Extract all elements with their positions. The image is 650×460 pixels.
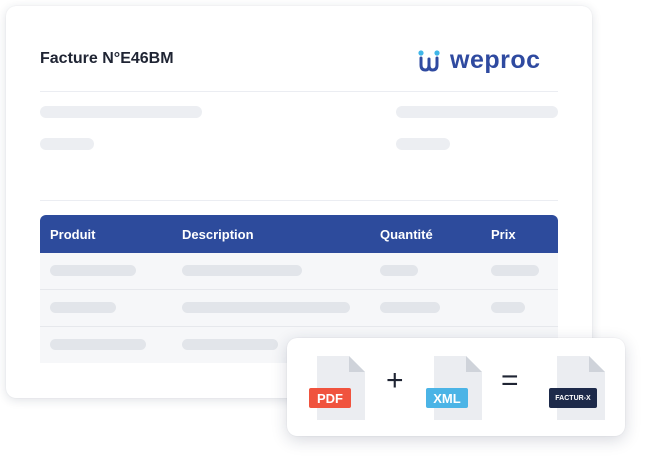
facturx-formula-card: PDF + XML = FACTUR-X	[287, 338, 625, 436]
xml-badge: XML	[426, 388, 468, 408]
skeleton-cell	[380, 265, 418, 276]
xml-file: XML	[426, 356, 482, 420]
skeleton-cell	[491, 265, 539, 276]
skeleton-cell	[50, 339, 146, 350]
table-header: Produit Description Quantité Prix	[40, 215, 558, 253]
skeleton-cell	[50, 265, 136, 276]
skeleton-cell	[380, 302, 440, 313]
skeleton-line	[396, 106, 558, 118]
brand-name: weproc	[450, 46, 541, 74]
facturx-badge: FACTUR-X	[549, 388, 597, 408]
skeleton-cell	[182, 339, 278, 350]
skeleton-line	[396, 138, 450, 150]
skeleton-line	[40, 106, 202, 118]
section-divider	[40, 200, 558, 201]
skeleton-cell	[182, 265, 302, 276]
skeleton-cell	[50, 302, 116, 313]
weproc-logo-icon	[418, 49, 440, 72]
skeleton-cell	[491, 302, 525, 313]
header-divider	[40, 91, 558, 92]
table-row	[40, 253, 558, 289]
facturx-file: FACTUR-X	[549, 356, 605, 420]
equals-sign: =	[501, 364, 519, 397]
column-header-description: Description	[182, 227, 254, 242]
table-row	[40, 290, 558, 326]
invoice-title: Facture N°E46BM	[40, 50, 174, 67]
skeleton-cell	[182, 302, 350, 313]
column-header-produit: Produit	[50, 227, 96, 242]
column-header-prix: Prix	[491, 227, 516, 242]
plus-sign: +	[386, 364, 404, 397]
brand-logo: weproc	[418, 48, 541, 73]
skeleton-line	[40, 138, 94, 150]
column-header-quantite: Quantité	[380, 227, 433, 242]
pdf-badge: PDF	[309, 388, 351, 408]
pdf-file: PDF	[309, 356, 365, 420]
